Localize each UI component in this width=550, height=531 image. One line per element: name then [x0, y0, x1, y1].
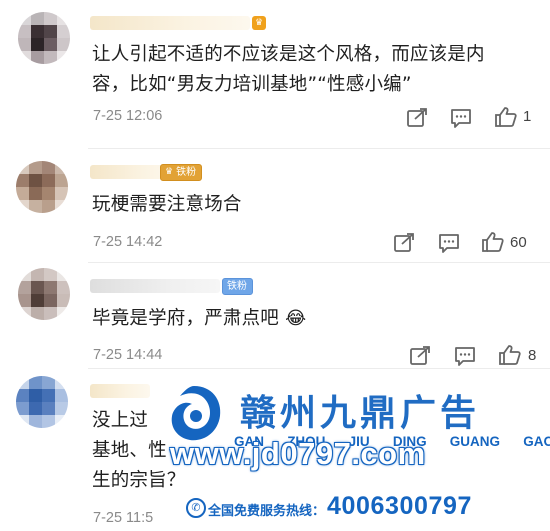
- crown-icon: ♛: [165, 167, 174, 177]
- comment-time: 7-25 14:42: [93, 234, 163, 250]
- comment-text: 玩梗需要注意场合: [92, 194, 242, 215]
- username[interactable]: [90, 16, 250, 30]
- like-count: 1: [523, 108, 532, 125]
- share-icon[interactable]: [408, 345, 432, 367]
- share-icon[interactable]: [405, 107, 429, 129]
- avatar[interactable]: [18, 268, 70, 320]
- avatar[interactable]: [16, 161, 68, 213]
- fan-badge: ♛ 铁粉: [160, 164, 203, 181]
- avatar[interactable]: [16, 376, 68, 428]
- comment-time: 7-25 12:06: [93, 108, 163, 124]
- comment-text: 没上过 基地、性 生的宗旨？: [92, 410, 186, 491]
- comment-item: 铁粉 毕竟是学府，严肃点吧 😂 7-25 14:44 8: [0, 264, 550, 368]
- thumbs-up-icon[interactable]: [498, 344, 522, 366]
- comment-item: ♛ 让人引起不适的不应该是这个风格，而应该是内 容，比如“男友力培训基地”“性感…: [0, 0, 550, 150]
- comment-time: 7-25 11:5: [93, 510, 154, 526]
- like-count: 8: [528, 347, 537, 364]
- share-icon[interactable]: [392, 232, 416, 254]
- like-count: 60: [510, 234, 527, 251]
- comment-icon[interactable]: [449, 107, 473, 129]
- comment-icon[interactable]: [453, 345, 477, 367]
- divider: [88, 262, 550, 263]
- comment-icon[interactable]: [437, 232, 461, 254]
- divider: [88, 368, 550, 369]
- fan-badge: 铁粉: [222, 278, 253, 295]
- username[interactable]: [90, 384, 150, 398]
- avatar[interactable]: [18, 12, 70, 64]
- comment-item: 没上过 基地、性 生的宗旨？ 7-25 11:5: [0, 370, 550, 531]
- comment-text: 毕竟是学府，严肃点吧 😂: [92, 308, 307, 329]
- comment-text: 让人引起不适的不应该是这个风格，而应该是内 容，比如“男友力培训基地”“性感小编…: [92, 44, 485, 95]
- laughing-crying-emoji-icon: 😂: [285, 308, 307, 329]
- comment-time: 7-25 14:44: [93, 347, 163, 363]
- thumbs-up-icon[interactable]: [494, 106, 518, 128]
- username[interactable]: [90, 279, 220, 293]
- member-crown-icon: ♛: [252, 16, 266, 30]
- divider: [88, 148, 550, 149]
- comment-item: ♛ 铁粉 玩梗需要注意场合 7-25 14:42 60: [0, 150, 550, 262]
- thumbs-up-icon[interactable]: [481, 231, 505, 253]
